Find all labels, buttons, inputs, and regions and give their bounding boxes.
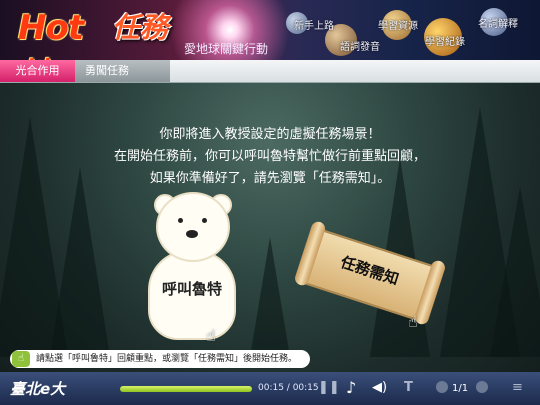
intro-line-2: 在開始任務前，你可以呼叫魯特幫忙做行前重點回顧，	[113, 149, 426, 164]
tree-silhouette	[250, 237, 290, 357]
intro-line-1: 你即將進入教授設定的虛擬任務場景！	[159, 127, 381, 142]
music-note-icon[interactable]: ♪	[346, 378, 356, 397]
nav-beginner-link[interactable]: 新手上路	[294, 17, 334, 32]
next-page-button[interactable]	[476, 381, 488, 393]
logo: Hot 地	[6, 2, 124, 60]
bear-head	[156, 192, 230, 262]
bear-nose	[186, 230, 198, 238]
pointer-hand-icon: ☝	[408, 312, 418, 331]
menu-icon[interactable]: ≡	[512, 380, 523, 395]
logo-text: Hot 地	[18, 8, 84, 60]
tree-silhouette	[50, 167, 110, 357]
bear-eye	[178, 218, 183, 223]
stage: Hot 地 任務 愛地球關鍵行動 新手上路 學習資源 名詞解釋 語詞發音 學習紀…	[0, 0, 540, 405]
bear-eye	[202, 218, 207, 223]
nav-learning-resources-link[interactable]: 學習資源	[378, 17, 418, 32]
hint-bar: ☝ 請點選「呼叫魯特」回顧重點，或瀏覽「任務需知」後開始任務。	[10, 350, 310, 368]
progress-bar[interactable]	[120, 386, 252, 392]
call-lute-button[interactable]: 呼叫魯特	[140, 192, 240, 342]
hint-text: 請點選「呼叫魯特」回顧重點，或瀏覽「任務需知」後開始任務。	[36, 354, 298, 364]
pointer-hand-icon: ☝	[206, 326, 216, 345]
player-logo: 臺北e大	[10, 380, 66, 398]
prev-page-button[interactable]	[436, 381, 448, 393]
tree-silhouette	[490, 187, 540, 357]
pause-icon[interactable]: ❚❚	[318, 380, 340, 395]
volume-icon[interactable]: ◀)	[372, 380, 387, 395]
nav-glossary-link[interactable]: 名詞解釋	[478, 15, 518, 30]
progress-fill	[120, 386, 252, 392]
page-subtitle: 愛地球關鍵行動	[184, 42, 269, 56]
intro-line-3: 如果你準備好了，請先瀏覽「任務需知」。	[149, 171, 391, 186]
tab-photosynthesis[interactable]: 光合作用	[0, 60, 75, 82]
page-title: 任務	[112, 11, 169, 44]
hand-hint-icon: ☝	[12, 351, 30, 367]
nav-pronunciation-link[interactable]: 語詞發音	[340, 38, 380, 53]
header: Hot 地 任務 愛地球關鍵行動 新手上路 學習資源 名詞解釋 語詞發音 學習紀…	[0, 0, 540, 60]
tab-mission[interactable]: 勇闖任務	[75, 60, 170, 82]
page-indicator: 1/1	[452, 383, 469, 394]
time-readout: 00:15 / 00:15	[258, 383, 319, 393]
nav-learning-record-link[interactable]: 學習紀錄	[425, 33, 465, 48]
text-toggle-icon[interactable]: T	[404, 380, 413, 395]
call-lute-label: 呼叫魯特	[161, 280, 222, 298]
